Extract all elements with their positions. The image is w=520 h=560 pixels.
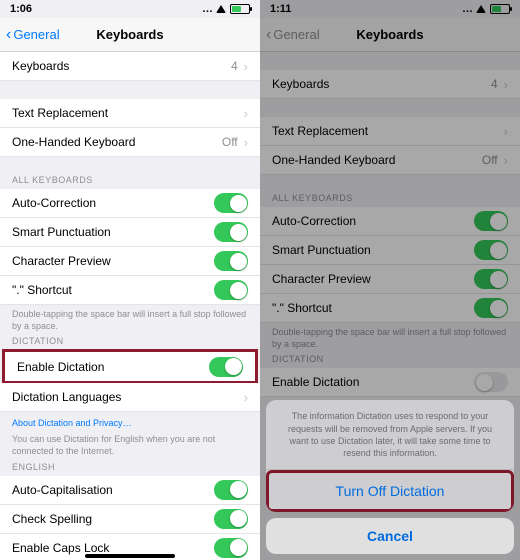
wifi-icon — [216, 5, 226, 13]
enable-dictation-row[interactable]: Enable Dictation — [5, 352, 255, 381]
chevron-right-icon: › — [244, 390, 248, 405]
chevron-right-icon: › — [244, 59, 248, 74]
chevron-right-icon: › — [244, 106, 248, 121]
about-dictation-link[interactable]: About Dictation and Privacy… — [0, 412, 260, 430]
settings-list[interactable]: Keyboards 4 › Text Replacement › One-Hand… — [0, 52, 260, 560]
right-screenshot: 1:11 ‹ General Keyboards Keyboards 4› Te… — [260, 0, 520, 560]
dictation-languages-row[interactable]: Dictation Languages › — [0, 383, 260, 412]
row-label: Auto-Capitalisation — [12, 483, 113, 497]
chevron-right-icon: › — [244, 135, 248, 150]
row-label: "." Shortcut — [12, 283, 72, 297]
toggle-switch[interactable] — [209, 357, 243, 377]
status-bar: 1:06 — [0, 0, 260, 18]
toggle-switch[interactable] — [214, 193, 248, 213]
toggle-switch[interactable] — [214, 222, 248, 242]
action-sheet: The information Dictation uses to respon… — [266, 400, 514, 512]
row-value: Off — [222, 135, 238, 149]
section-header-english: ENGLISH — [0, 462, 260, 476]
row-label: Check Spelling — [12, 512, 92, 526]
row-label: Text Replacement — [12, 106, 108, 120]
smart-punctuation-row[interactable]: Smart Punctuation — [0, 218, 260, 247]
check-spelling-row[interactable]: Check Spelling — [0, 505, 260, 534]
highlight-box: Turn Off Dictation — [266, 470, 514, 512]
row-label: Enable Dictation — [17, 360, 104, 374]
section-footer: You can use Dictation for English when y… — [0, 430, 260, 461]
cellular-icon — [202, 3, 212, 15]
toggle-switch[interactable] — [214, 480, 248, 500]
back-button[interactable]: ‹ General — [6, 27, 60, 43]
nav-bar: ‹ General Keyboards — [0, 18, 260, 52]
toggle-switch[interactable] — [214, 280, 248, 300]
toggle-switch[interactable] — [214, 538, 248, 558]
status-time: 1:06 — [10, 3, 32, 15]
row-label: Character Preview — [12, 254, 111, 268]
action-sheet-overlay[interactable]: The information Dictation uses to respon… — [260, 0, 520, 560]
character-preview-row[interactable]: Character Preview — [0, 247, 260, 276]
text-replacement-row[interactable]: Text Replacement › — [0, 99, 260, 128]
row-label: Smart Punctuation — [12, 225, 111, 239]
section-header-dictation: DICTATION — [0, 336, 260, 350]
one-handed-row[interactable]: One-Handed Keyboard Off › — [0, 128, 260, 157]
turn-off-dictation-button[interactable]: Turn Off Dictation — [269, 473, 511, 509]
row-label: Auto-Correction — [12, 196, 96, 210]
keyboards-row[interactable]: Keyboards 4 › — [0, 52, 260, 81]
sheet-message: The information Dictation uses to respon… — [266, 400, 514, 470]
toggle-switch[interactable] — [214, 509, 248, 529]
row-label: Dictation Languages — [12, 390, 121, 404]
row-label: One-Handed Keyboard — [12, 135, 135, 149]
back-label: General — [13, 27, 59, 42]
chevron-left-icon: ‹ — [6, 27, 11, 43]
row-value: 4 — [231, 59, 238, 73]
home-indicator[interactable] — [85, 554, 175, 558]
highlight-box: Enable Dictation — [2, 349, 258, 384]
row-label: Enable Caps Lock — [12, 541, 109, 555]
left-screenshot: 1:06 ‹ General Keyboards Keyboards 4 › Te… — [0, 0, 260, 560]
shortcut-row[interactable]: "." Shortcut — [0, 276, 260, 305]
section-footer: Double-tapping the space bar will insert… — [0, 305, 260, 336]
section-header-all-keyboards: ALL KEYBOARDS — [0, 175, 260, 189]
battery-icon — [230, 4, 250, 14]
cancel-button[interactable]: Cancel — [266, 518, 514, 554]
nav-title: Keyboards — [96, 27, 163, 42]
toggle-switch[interactable] — [214, 251, 248, 271]
auto-capitalisation-row[interactable]: Auto-Capitalisation — [0, 476, 260, 505]
row-label: Keyboards — [12, 59, 69, 73]
auto-correction-row[interactable]: Auto-Correction — [0, 189, 260, 218]
